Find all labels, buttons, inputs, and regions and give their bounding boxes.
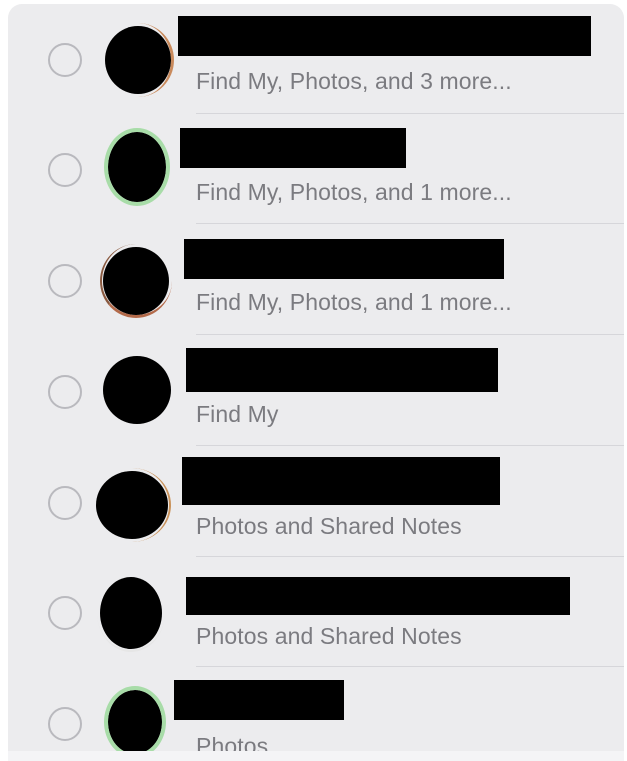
list-item[interactable]: Find My, Photos, and 1 more... [8,225,624,335]
list-item[interactable]: Photos and Shared Notes [8,447,624,557]
divider [196,334,624,335]
select-radio-button[interactable] [48,596,82,630]
select-radio-button[interactable] [48,486,82,520]
list-item[interactable]: Find My [8,336,624,446]
select-radio-button[interactable] [48,707,82,741]
avatar [100,244,172,318]
redacted-name [182,457,500,505]
avatar [96,468,171,542]
shared-items-summary: Photos and Shared Notes [196,513,462,539]
sharing-people-list: Find My, Photos, and 3 more... Find My, … [8,4,624,761]
select-radio-button[interactable] [48,43,82,77]
redacted-name [180,128,406,168]
select-radio-button[interactable] [48,375,82,409]
divider [196,666,624,667]
select-radio-button[interactable] [48,153,82,187]
select-radio-button[interactable] [48,264,82,298]
redacted-name [174,680,344,720]
list-item[interactable]: Find My, Photos, and 1 more... [8,114,624,224]
redacted-name [186,348,498,392]
shared-items-summary: Find My, Photos, and 1 more... [196,179,512,205]
divider [196,223,624,224]
avatar [103,356,171,424]
shared-items-summary: Find My, Photos, and 3 more... [196,68,512,94]
list-item[interactable]: Find My, Photos, and 3 more... [8,4,624,114]
avatar [97,577,165,652]
shared-items-summary: Photos and Shared Notes [196,623,462,649]
list-item[interactable]: Photos [8,668,624,761]
avatar [104,128,170,206]
shared-items-summary: Find My, Photos, and 1 more... [196,289,512,315]
list-item[interactable]: Photos and Shared Notes [8,557,624,667]
redacted-name [184,239,504,279]
avatar [105,23,174,97]
shared-items-summary: Find My [196,401,279,427]
redacted-name [186,577,570,615]
redacted-name [178,16,591,56]
divider [196,445,624,446]
bottom-edge [8,751,624,761]
avatar [104,686,166,758]
